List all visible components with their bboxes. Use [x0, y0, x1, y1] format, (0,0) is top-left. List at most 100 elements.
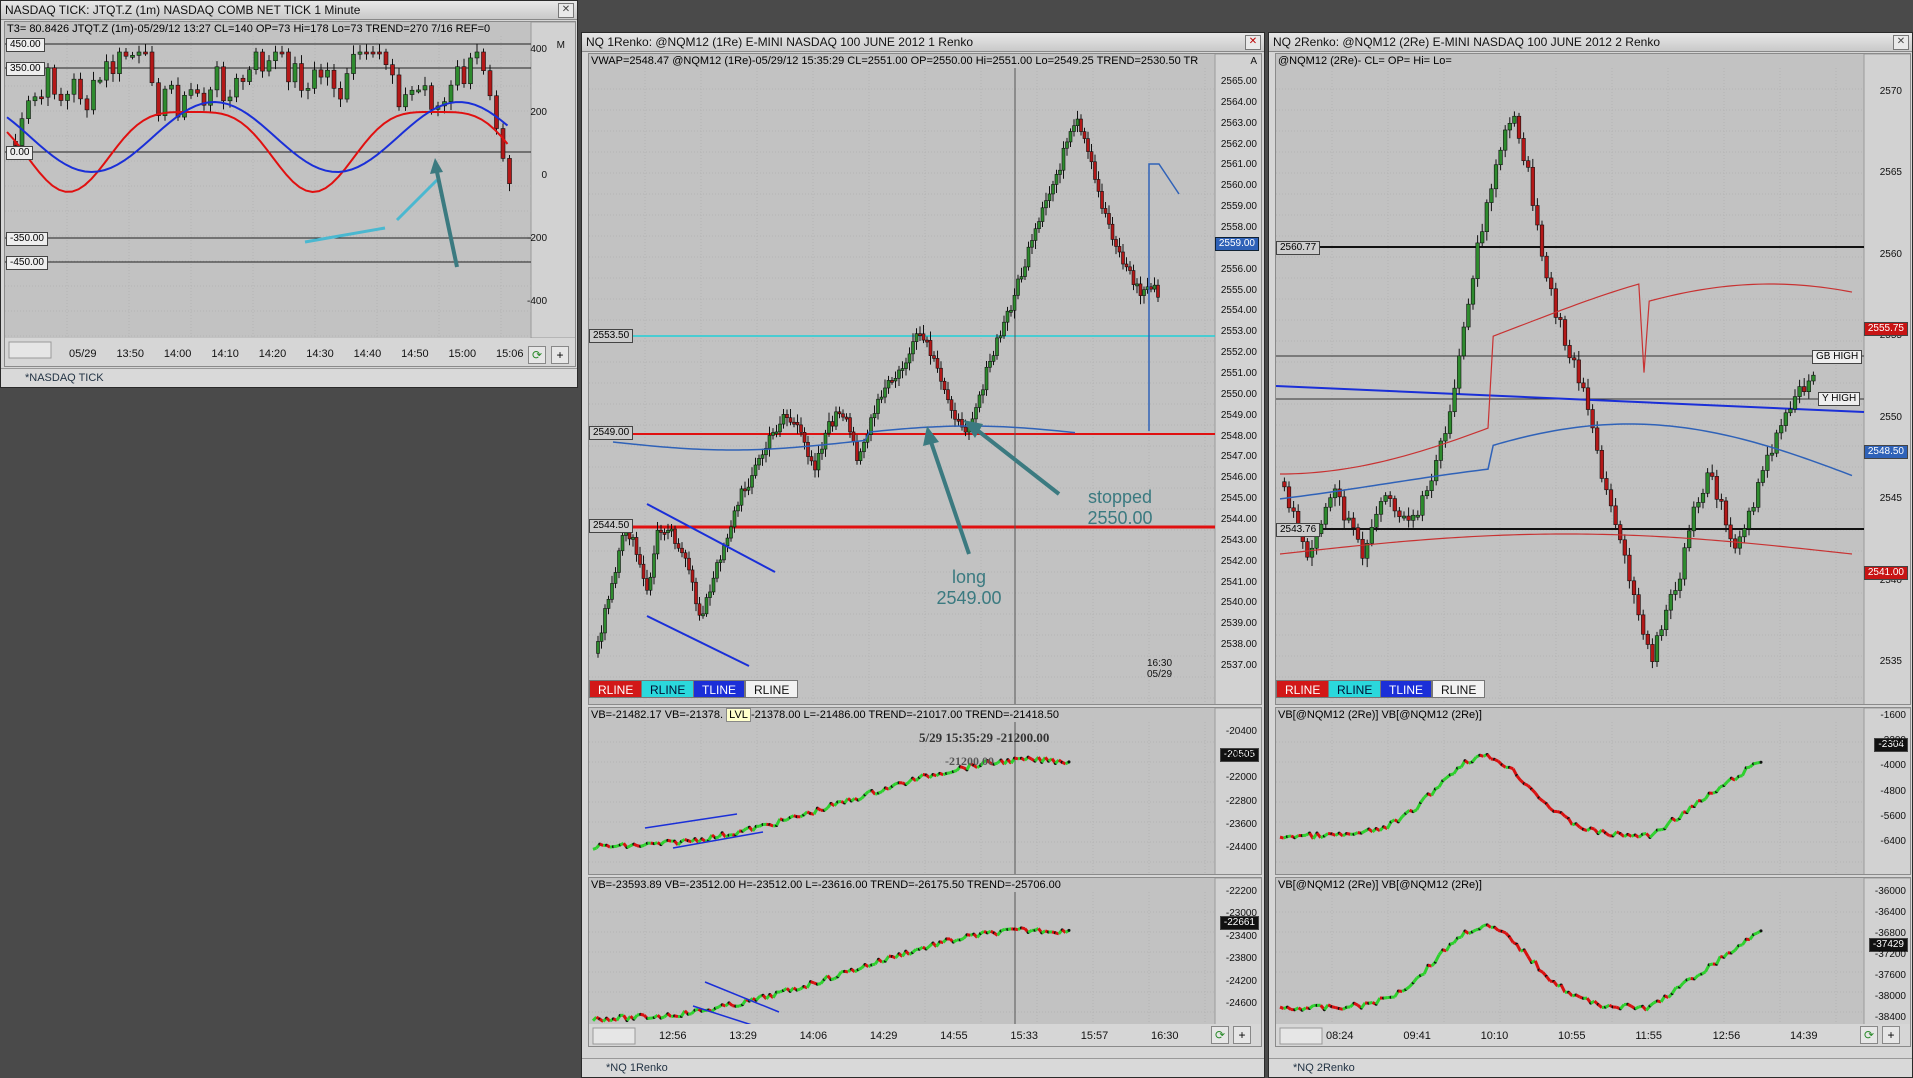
tick-candle: [494, 95, 499, 129]
nq-2renko-window[interactable]: NQ 2Renko: @NQM12 (2Re) E-MINI NASDAQ 10…: [1268, 32, 1913, 1078]
renko2-candle: [1360, 538, 1365, 559]
renko-candle: [729, 526, 733, 539]
renko-candle: [673, 528, 677, 544]
tick-candle: [292, 63, 298, 83]
renko-candle: [1117, 246, 1122, 253]
vb-segment: [1545, 975, 1552, 983]
vb-segment: [796, 987, 801, 992]
renko2-candle: [1728, 524, 1733, 540]
vb-segment: [1279, 835, 1285, 840]
tick-candle: [253, 51, 259, 70]
vb-segment: [1730, 948, 1736, 955]
x-tick-label: 15:33: [1010, 1030, 1038, 1042]
y-tick-label: 2544.00: [1220, 514, 1257, 525]
add-icon[interactable]: +: [551, 346, 569, 364]
x-tick-label: 14:10: [211, 348, 239, 360]
nq-1renko-window[interactable]: NQ 1Renko: @NQM12 (1Re) E-MINI NASDAQ 10…: [581, 32, 1265, 1078]
renko2-candle: [1705, 472, 1710, 494]
close-icon[interactable]: ✕: [558, 3, 574, 18]
add-icon[interactable]: +: [1882, 1026, 1900, 1044]
y-tick-label: 2542.00: [1220, 555, 1257, 567]
refresh-icon[interactable]: ⟳: [528, 346, 546, 364]
add-icon[interactable]: +: [1233, 1026, 1251, 1044]
vb-segment: [878, 790, 883, 795]
renko2-candle: [1585, 387, 1591, 410]
vb-pane-2[interactable]: VB=-23593.89 VB=-23512.00 H=-23512.00 L=…: [588, 877, 1262, 1047]
y-tick-label: 2565.00: [1220, 76, 1257, 87]
renko-candle: [1075, 118, 1080, 126]
rline-chip-red[interactable]: RLINE: [1276, 680, 1330, 698]
y-tick-label: -1600: [1880, 710, 1906, 721]
renko-candle: [799, 424, 803, 433]
y-tick-label: -6400: [1880, 836, 1906, 847]
tline-chip-blue[interactable]: TLINE: [693, 680, 746, 698]
vb-segment: [1701, 970, 1707, 976]
renko-candle: [1156, 284, 1160, 298]
vb-segment: [816, 806, 822, 812]
vb-segment: [667, 838, 672, 843]
tline-chip-blue[interactable]: TLINE: [1380, 680, 1433, 698]
y-tick-label: -22200: [1225, 886, 1257, 897]
x-tick-label: 13:29: [729, 1030, 757, 1042]
renko2-candle: [1733, 538, 1738, 549]
rline-chip-cyan[interactable]: RLINE: [641, 680, 695, 698]
tab-nq-1renko[interactable]: *NQ 1Renko: [606, 1062, 668, 1074]
renko-candle: [795, 422, 800, 426]
vb-segment: [653, 841, 659, 846]
y-tick-label: -24400: [1225, 842, 1257, 853]
x-tick-label: 15:00: [448, 348, 477, 360]
renko-price-pane[interactable]: VWAP=2548.47 @NQM12 (1Re)-05/29/12 15:35…: [588, 53, 1262, 705]
rline-chip-white[interactable]: RLINE: [1432, 680, 1486, 698]
renko-candle: [848, 417, 852, 433]
renko2-candle: [1516, 115, 1522, 139]
tick-candle: [487, 70, 493, 97]
tick-chart-window[interactable]: NASDAQ TICK: JTQT.Z (1m) NASDAQ COMB NET…: [0, 0, 578, 388]
renko-candle: [750, 475, 754, 488]
vb-pane-1[interactable]: VB=-21482.17 VB=-21378. LVL -21378.00 L=-…: [588, 707, 1262, 875]
renko-candle: [1103, 208, 1108, 214]
refresh-icon[interactable]: ⟳: [1211, 1026, 1229, 1044]
renko-candle: [1044, 200, 1048, 209]
rline-chip-white[interactable]: RLINE: [745, 680, 799, 698]
price-tag-red: 2555.75: [1863, 322, 1908, 336]
vb-segment: [715, 835, 720, 840]
vb-segment: [1054, 758, 1060, 765]
window-title[interactable]: NQ 2Renko: @NQM12 (2Re) E-MINI NASDAQ 10…: [1269, 33, 1912, 52]
refresh-icon[interactable]: ⟳: [1860, 1026, 1878, 1044]
corner-label: M: [556, 40, 565, 51]
renko-candle: [606, 599, 611, 609]
close-icon[interactable]: ✕: [1245, 35, 1261, 50]
x-tick-label: 15:06: [496, 348, 524, 360]
vb2-pane-2[interactable]: VB[@NQM12 (2Re)] VB[@NQM12 (2Re)] -37429…: [1275, 877, 1911, 1047]
tick-candle: [84, 98, 90, 111]
vb-segment: [734, 830, 741, 837]
renko2-candle: [1765, 454, 1770, 471]
vb-segment: [599, 842, 604, 847]
window-title[interactable]: NQ 1Renko: @NQM12 (1Re) E-MINI NASDAQ 10…: [582, 33, 1264, 52]
tick-candle: [39, 96, 44, 100]
vb-segment: [1753, 761, 1758, 766]
vb2-pane-1[interactable]: VB[@NQM12 (2Re)] VB[@NQM12 (2Re)] -2304 …: [1275, 707, 1911, 875]
close-icon[interactable]: ✕: [1893, 35, 1909, 50]
tick-price-pane[interactable]: T3= 80.8426 JTQT.Z (1m)-05/29/12 13:27 C…: [4, 21, 576, 367]
y-tick-label: 2543.00: [1220, 534, 1257, 546]
vb-segment: [1301, 1006, 1307, 1012]
vb-segment: [993, 761, 999, 766]
renko2-candle: [1365, 542, 1370, 559]
vb-segment: [1634, 1005, 1640, 1011]
vb-dot: [1759, 760, 1763, 764]
y-tick-label: 2548.00: [1220, 430, 1257, 442]
tab-nq-2renko[interactable]: *NQ 2Renko: [1293, 1062, 1355, 1074]
rline-chip-red[interactable]: RLINE: [589, 680, 643, 698]
tick-candle: [45, 67, 51, 98]
vb-segment: [1014, 927, 1019, 932]
tab-nasdaq-tick[interactable]: *NASDAQ TICK: [25, 372, 104, 384]
renko-candle: [1093, 161, 1097, 180]
renko-candle: [1100, 191, 1104, 209]
window-title[interactable]: NASDAQ TICK: JTQT.Z (1m) NASDAQ COMB NET…: [1, 1, 577, 20]
renko-candle: [813, 460, 817, 471]
renko2-price-pane[interactable]: @NQM12 (2Re)- CL= OP= Hi= Lo= 2570 2565 25…: [1275, 53, 1911, 705]
rline-chip-cyan[interactable]: RLINE: [1328, 680, 1382, 698]
vb-segment: [1014, 756, 1019, 761]
vb-segment: [1722, 780, 1729, 787]
